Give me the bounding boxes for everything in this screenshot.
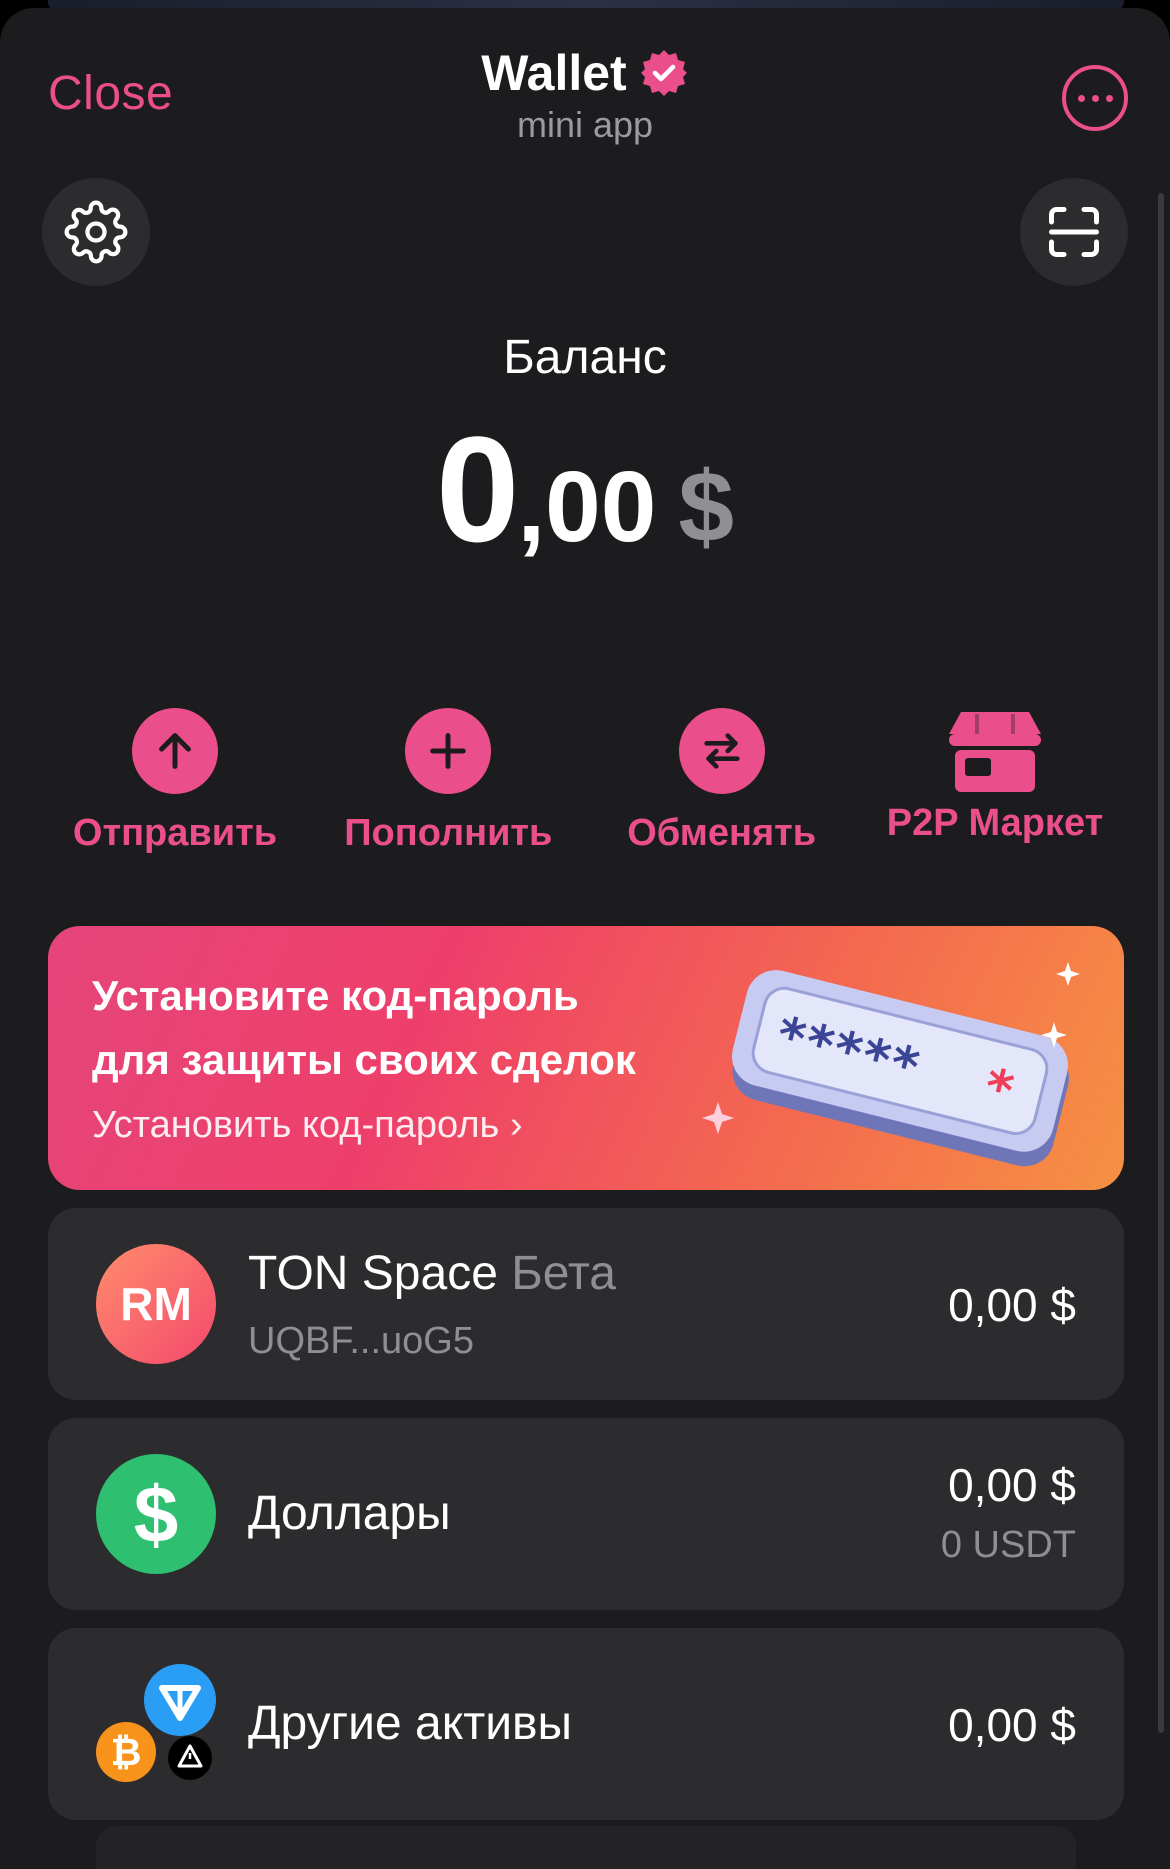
deposit-label: Пополнить	[344, 812, 553, 854]
more-horizontal-icon	[1077, 94, 1085, 102]
balance-currency: $	[678, 451, 735, 563]
dollar-icon: $	[134, 1474, 179, 1554]
send-label: Отправить	[72, 812, 278, 854]
asset-amount: 0,00 $	[948, 1279, 1076, 1331]
app-title-block: Wallet mini app	[0, 44, 1170, 146]
crypto-stack-icon: ₿	[96, 1664, 216, 1782]
asset-name: Доллары	[248, 1487, 451, 1540]
settings-button[interactable]	[42, 178, 150, 286]
passcode-promo-banner[interactable]: Установите код-пароль для защиты своих с…	[48, 926, 1124, 1190]
gear-icon	[64, 200, 128, 264]
exchange-label: Обменять	[627, 812, 817, 854]
asset-name: TON Space Бета	[248, 1247, 616, 1300]
passcode-field-illustration: ***** *	[702, 962, 1080, 1167]
asset-name: Другие активы	[248, 1697, 573, 1750]
balance-amount: 0,00 $	[0, 403, 1170, 576]
p2p-market-label: P2P Маркет	[886, 802, 1104, 844]
send-button[interactable]: Отправить	[40, 708, 310, 855]
verified-badge-icon	[640, 50, 687, 96]
plus-icon	[430, 733, 467, 769]
asset-dollars[interactable]: $ Доллары 0,00 $ 0 USDT	[48, 1418, 1124, 1610]
scan-button[interactable]	[1020, 178, 1128, 286]
swap-icon	[704, 733, 740, 769]
app-subtitle: mini app	[516, 104, 654, 145]
balance-label: Баланс	[503, 331, 667, 384]
exchange-button[interactable]: Обменять	[587, 708, 857, 855]
scan-qr-icon	[1049, 207, 1099, 257]
avatar: $	[96, 1454, 216, 1574]
p2p-market-button[interactable]: P2P Маркет	[860, 708, 1130, 855]
avatar: RM	[96, 1244, 216, 1364]
more-menu-button[interactable]	[1062, 65, 1128, 131]
next-card-peek	[96, 1826, 1076, 1869]
deposit-button[interactable]: Пополнить	[313, 708, 583, 855]
app-title: Wallet	[481, 45, 627, 101]
asset-other[interactable]: ₿ Другие активы 0,00 $	[48, 1628, 1124, 1820]
balance-decimal: ,00	[517, 451, 657, 563]
mini-app-sheet: Close Wallet mini app Баланс 0,00 $ Отпр…	[0, 8, 1170, 1869]
asset-ton-space[interactable]: RM TON Space Бета UQBF...uoG5 0,00 $	[48, 1208, 1124, 1400]
beta-badge: Бета	[511, 1247, 616, 1300]
asset-amount: 0,00 $	[948, 1459, 1076, 1511]
svg-text:$: $	[134, 1474, 179, 1554]
wallet-address: UQBF...uoG5	[248, 1320, 474, 1362]
balance-integer: 0	[435, 405, 519, 573]
asset-amount: 0,00 $	[948, 1699, 1076, 1751]
set-passcode-link[interactable]: Установить код-пароль ›	[92, 1104, 523, 1147]
arrow-up-icon	[159, 733, 191, 769]
svg-text:₿: ₿	[111, 1732, 142, 1774]
action-bar: Отправить Пополнить Обменять P2P Маркет	[40, 708, 1130, 855]
store-icon	[948, 712, 1041, 792]
scrollbar[interactable]	[1158, 193, 1164, 1733]
asset-amount-usdt: 0 USDT	[940, 1524, 1076, 1566]
